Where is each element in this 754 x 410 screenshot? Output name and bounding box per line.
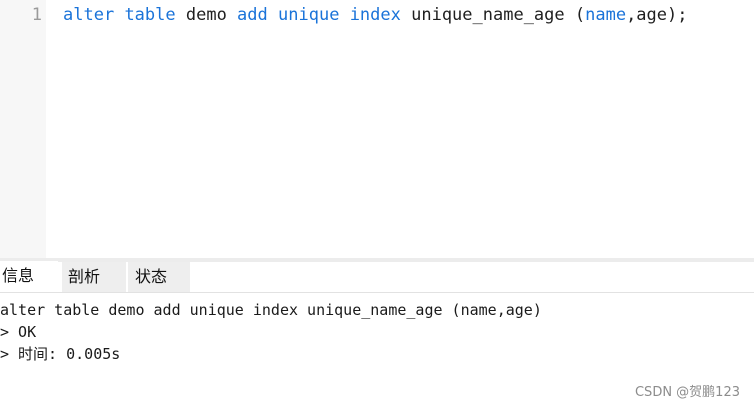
line-number: 1 xyxy=(31,5,42,25)
sql-keyword: table xyxy=(124,5,176,25)
executed-query: alter table demo add unique index unique… xyxy=(0,301,542,319)
tab-status[interactable]: 状态 xyxy=(128,262,190,292)
code-line[interactable]: alter table demo add unique index unique… xyxy=(63,3,687,27)
tab-info[interactable]: 信息 xyxy=(0,261,58,291)
sql-keyword: add xyxy=(237,5,268,25)
watermark: CSDN @贺鹏123 xyxy=(634,385,740,400)
sql-keyword: alter xyxy=(63,5,115,25)
tab-profile[interactable]: 剖析 xyxy=(62,262,126,292)
result-status: > OK xyxy=(0,323,37,341)
message-output: alter table demo add unique index unique… xyxy=(0,299,754,365)
execution-time: > 时间: 0.005s xyxy=(0,345,121,363)
result-tabbar: 信息 剖析 状态 xyxy=(0,261,754,293)
sql-text: unique_name_age ( xyxy=(400,5,586,25)
sql-keyword: index xyxy=(349,5,401,25)
sql-text: demo xyxy=(175,5,238,25)
sql-keyword: name xyxy=(585,5,627,25)
sql-text: ,age); xyxy=(626,5,688,25)
line-number-gutter: 1 xyxy=(0,0,46,258)
sql-editor[interactable]: 1 alter table demo add unique index uniq… xyxy=(0,0,754,258)
sql-keyword: unique xyxy=(278,5,340,25)
